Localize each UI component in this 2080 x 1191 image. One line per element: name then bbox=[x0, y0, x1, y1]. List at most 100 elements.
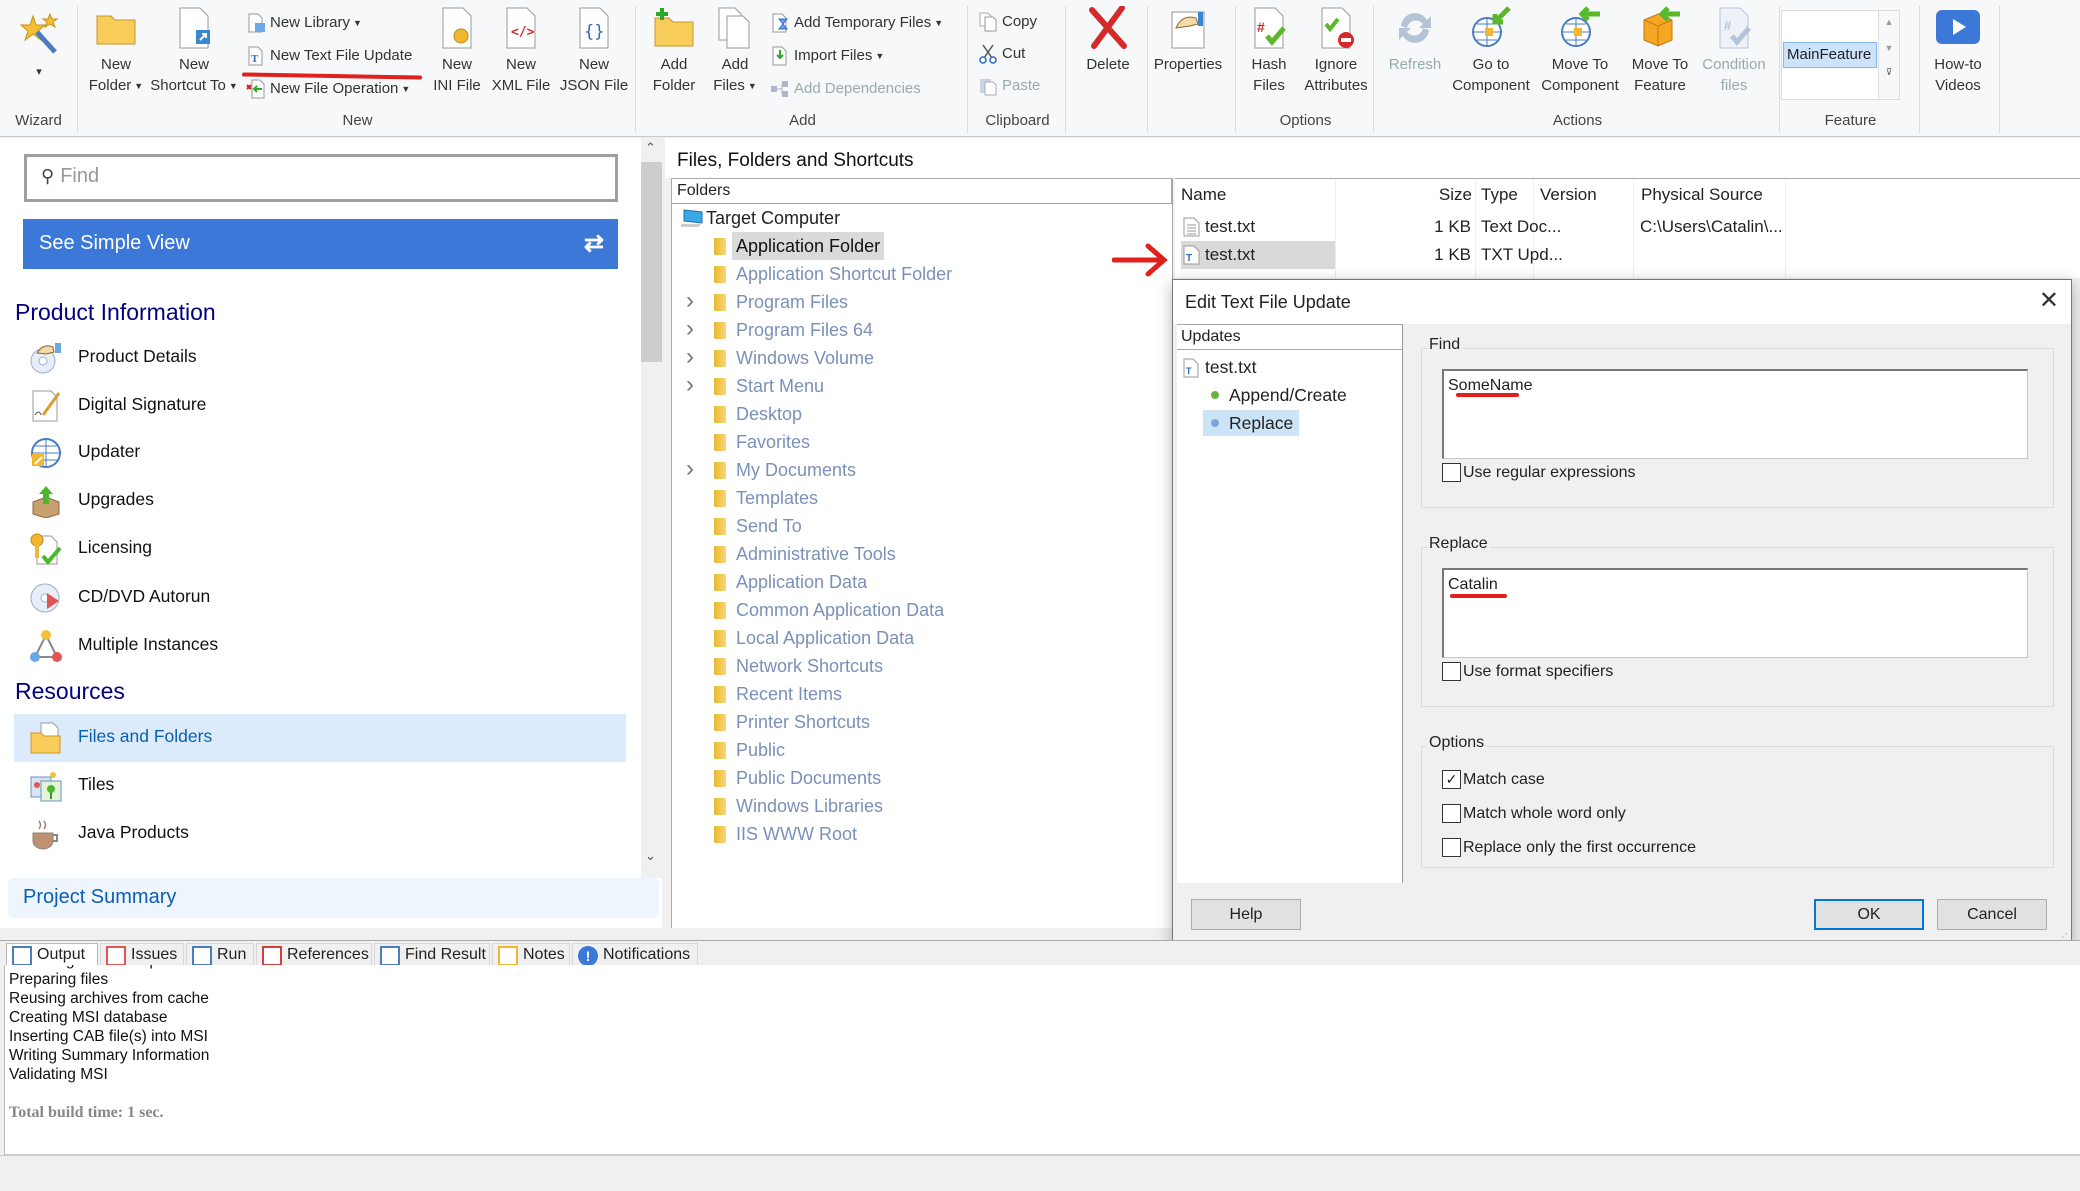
nav-item-java-products[interactable]: Java Products bbox=[14, 810, 626, 856]
delete-button[interactable]: Delete bbox=[1072, 6, 1144, 75]
nav-item-label: Digital Signature bbox=[78, 394, 207, 414]
add-temporary-files-button[interactable]: Add Temporary Files ▼ bbox=[770, 10, 943, 36]
hash-files-button[interactable]: # Hash Files bbox=[1238, 6, 1300, 96]
copy-button[interactable]: Copy bbox=[978, 9, 1037, 35]
expand-chevron-icon[interactable]: › bbox=[686, 344, 694, 370]
output-line: Preparing files bbox=[9, 971, 109, 988]
wizard-button[interactable]: ▾ bbox=[8, 12, 70, 83]
tab-issues[interactable]: Issues bbox=[100, 943, 184, 967]
tab-output[interactable]: Output bbox=[6, 943, 98, 967]
nav-item-files-and-folders[interactable]: Files and Folders bbox=[14, 714, 626, 762]
option-match-whole-word-only-checkbox[interactable]: Match whole word only bbox=[1442, 803, 1626, 825]
see-simple-view-button[interactable]: See Simple View ⇄ bbox=[23, 219, 618, 269]
edit-text-file-update-dialog: Edit Text File Update ✕ Updates Ttest.tx… bbox=[1172, 279, 2072, 947]
left-panel-scrollbar[interactable]: ⌃ ⌄ bbox=[641, 138, 662, 878]
tree-folder-label: Windows Volume bbox=[736, 348, 875, 368]
tree-folder-label: Public Documents bbox=[736, 768, 882, 788]
refresh-button[interactable]: Refresh bbox=[1380, 6, 1450, 75]
find-input[interactable]: ⚲ Find bbox=[24, 154, 618, 202]
add-files-button[interactable]: Add Files ▼ bbox=[705, 6, 765, 97]
new-folder-label-1: New bbox=[100, 56, 131, 73]
ok-button[interactable]: OK bbox=[1814, 899, 1924, 930]
column-header-name[interactable]: Name bbox=[1181, 185, 1226, 205]
option-replace-only-the-first-occurrence-checkbox[interactable]: Replace only the first occurrence bbox=[1442, 837, 1696, 859]
scroll-down-arrow-icon[interactable]: ⌄ bbox=[645, 848, 656, 864]
new-folder-button[interactable]: New Folder ▼ bbox=[84, 6, 148, 97]
new-text-file-update-button[interactable]: T New Text File Update bbox=[246, 43, 412, 69]
go-to-component-button[interactable]: Go to Component bbox=[1448, 6, 1534, 96]
group-label-add: Add bbox=[789, 112, 816, 129]
tab-notes[interactable]: Notes bbox=[492, 943, 570, 967]
tab-notifications[interactable]: ! Notifications bbox=[572, 943, 698, 967]
folders-column-header[interactable]: Folders bbox=[672, 178, 1172, 204]
refresh-icon bbox=[1399, 13, 1431, 43]
ignore-attributes-button[interactable]: Ignore Attributes bbox=[1300, 6, 1372, 96]
expand-chevron-icon[interactable]: › bbox=[686, 456, 694, 482]
nav-item-updater[interactable]: Updater bbox=[14, 429, 626, 475]
option-match-case-checkbox[interactable]: ✓ Match case bbox=[1442, 769, 1545, 791]
expand-list-icon[interactable]: ⊽ bbox=[1879, 67, 1899, 78]
update-item-replace[interactable]: Replace bbox=[1203, 410, 1300, 436]
move-to-feature-button[interactable]: Move To Feature bbox=[1622, 6, 1698, 96]
new-file-operation-button[interactable]: New File Operation ▼ bbox=[246, 76, 410, 102]
folder-icon bbox=[714, 490, 726, 507]
properties-button[interactable]: Properties bbox=[1140, 6, 1236, 75]
feature-list-scroller[interactable]: ▲ ▼ ⊽ bbox=[1879, 10, 1900, 100]
new-xml-file-button[interactable]: </> New XML File bbox=[486, 6, 556, 96]
checkbox-box[interactable] bbox=[1442, 804, 1461, 824]
checkbox-box[interactable] bbox=[1442, 662, 1461, 682]
use-regex-checkbox[interactable]: Use regular expressions bbox=[1442, 462, 1636, 484]
expand-chevron-icon[interactable]: › bbox=[686, 288, 694, 314]
howto-videos-button[interactable]: How-to Videos bbox=[1920, 6, 1996, 96]
scroll-down-icon[interactable]: ▼ bbox=[1879, 43, 1899, 53]
cut-button[interactable]: Cut bbox=[978, 41, 1025, 67]
column-header-type[interactable]: Type bbox=[1441, 185, 1518, 205]
updates-file-node[interactable]: Ttest.txt bbox=[1183, 354, 1257, 380]
add-dependencies-button[interactable]: Add Dependencies bbox=[770, 76, 921, 102]
nav-item-product-details[interactable]: Product Details bbox=[14, 334, 626, 380]
checkbox-box[interactable] bbox=[1442, 838, 1461, 858]
nav-item-multiple-instances[interactable]: Multiple Instances bbox=[14, 622, 626, 668]
condition-files-button[interactable]: # Condition files bbox=[1696, 6, 1772, 96]
nav-item-cd-dvd-autorun[interactable]: CD/DVD Autorun bbox=[14, 574, 626, 620]
new-shortcut-button[interactable]: New Shortcut To ▼ bbox=[148, 6, 240, 97]
updates-file-label: test.txt bbox=[1205, 357, 1257, 377]
tree-folder-label: Program Files bbox=[736, 292, 849, 312]
new-json-file-button[interactable]: {} New JSON File bbox=[556, 6, 632, 96]
scroll-up-arrow-icon[interactable]: ⌃ bbox=[645, 140, 656, 156]
replace-textarea[interactable]: Catalin bbox=[1442, 568, 2028, 658]
scroll-up-icon[interactable]: ▲ bbox=[1879, 17, 1899, 27]
tab-references[interactable]: References bbox=[256, 943, 372, 967]
expand-chevron-icon[interactable]: › bbox=[686, 372, 694, 398]
feature-list-selected-item[interactable]: MainFeature bbox=[1783, 42, 1877, 68]
paste-button[interactable]: Paste bbox=[978, 73, 1040, 99]
cancel-button[interactable]: Cancel bbox=[1937, 899, 2047, 930]
file-row[interactable]: test.txt 1 KB Text Doc... C:\Users\Catalin\… bbox=[1181, 213, 2080, 241]
nav-item-upgrades[interactable]: Upgrades bbox=[14, 477, 626, 523]
help-button[interactable]: Help bbox=[1191, 899, 1301, 930]
new-ini-file-button[interactable]: New INI File bbox=[428, 6, 486, 96]
column-header-version[interactable]: Version bbox=[1540, 185, 1597, 205]
scrollbar-thumb[interactable] bbox=[641, 162, 662, 362]
project-summary-button[interactable]: Project Summary bbox=[8, 878, 659, 918]
find-textarea[interactable]: SomeName bbox=[1442, 369, 2028, 459]
update-item-append-create[interactable]: Append/Create bbox=[1203, 382, 1353, 408]
nav-item-digital-signature[interactable]: Digital Signature bbox=[14, 382, 626, 428]
add-folder-button[interactable]: Add Folder bbox=[645, 6, 703, 96]
use-format-specifiers-checkbox[interactable]: Use format specifiers bbox=[1442, 661, 1613, 683]
column-header-physical-source[interactable]: Physical Source bbox=[1641, 185, 1763, 205]
tab-run[interactable]: Run bbox=[186, 943, 254, 967]
expand-chevron-icon[interactable]: › bbox=[686, 316, 694, 342]
nav-item-tiles[interactable]: Tiles bbox=[14, 762, 626, 808]
nav-item-licensing[interactable]: Licensing bbox=[14, 525, 626, 571]
file-row[interactable]: Ttest.txt 1 KB TXT Upd... bbox=[1181, 241, 2080, 269]
import-files-button[interactable]: Import Files ▼ bbox=[770, 43, 884, 69]
feature-list[interactable]: MainFeature bbox=[1781, 10, 1879, 100]
tab-find-result[interactable]: Find Result bbox=[374, 943, 490, 967]
close-icon[interactable]: ✕ bbox=[2039, 286, 2059, 315]
options-group: Options ✓ Match case Match whole word only… bbox=[1421, 734, 2054, 868]
new-library-button[interactable]: New Library ▼ bbox=[246, 10, 362, 36]
move-to-component-button[interactable]: Move To Component bbox=[1536, 6, 1624, 96]
checkbox-box[interactable]: ✓ bbox=[1442, 770, 1461, 790]
checkbox-box[interactable] bbox=[1442, 463, 1461, 483]
